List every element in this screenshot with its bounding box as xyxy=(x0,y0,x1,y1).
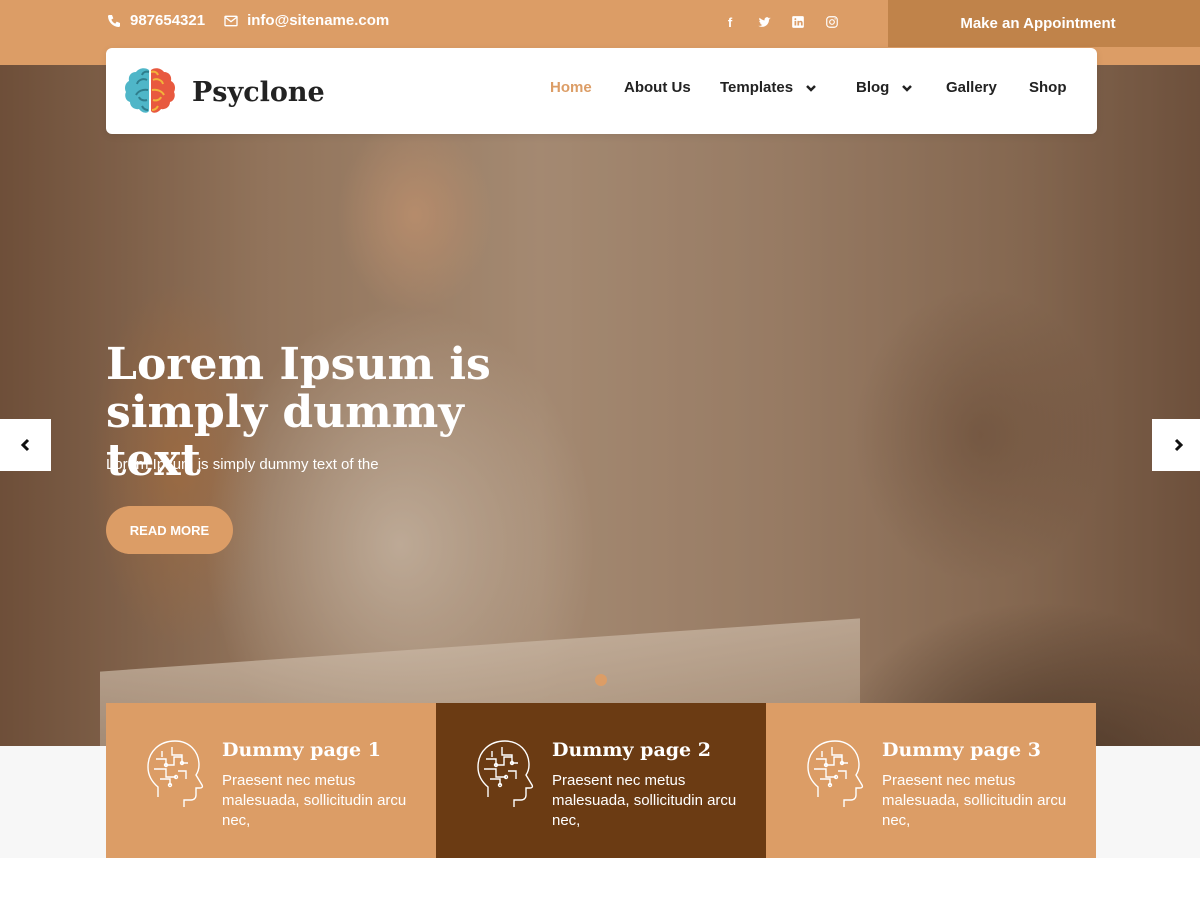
site-logo[interactable]: Psyclone xyxy=(122,64,325,120)
chevron-down-icon xyxy=(806,84,816,92)
chevron-down-icon xyxy=(902,84,913,92)
make-appointment-button[interactable]: Make an Appointment xyxy=(888,0,1200,47)
read-more-button[interactable]: READ MORE xyxy=(106,506,233,554)
brain-head-icon xyxy=(138,737,206,807)
facebook-icon[interactable]: f xyxy=(722,12,738,32)
chevron-right-icon xyxy=(1174,438,1183,452)
slider-dot-active[interactable] xyxy=(595,674,607,686)
feature-text: Praesent nec metus malesuada, sollicitud… xyxy=(882,772,1067,829)
slider-next-button[interactable] xyxy=(1152,419,1200,471)
chevron-left-icon xyxy=(20,438,29,452)
feature-card-1[interactable]: Dummy page 1 Praesent nec metus malesuad… xyxy=(106,703,436,858)
brand-name: Psyclone xyxy=(192,76,325,108)
nav-templates[interactable]: Templates xyxy=(720,79,817,96)
twitter-icon[interactable] xyxy=(756,12,772,32)
contact-info: 987654321 info@sitename.com xyxy=(106,12,389,29)
linkedin-icon[interactable] xyxy=(790,12,806,32)
nav-gallery-label: Gallery xyxy=(946,79,997,96)
slider-prev-button[interactable] xyxy=(0,419,51,471)
nav-shop[interactable]: Shop xyxy=(1029,79,1067,96)
feature-text: Praesent nec metus malesuada, sollicitud… xyxy=(552,772,737,829)
nav-gallery[interactable]: Gallery xyxy=(946,79,997,96)
email-contact[interactable]: info@sitename.com xyxy=(223,12,389,29)
feature-card-3[interactable]: Dummy page 3 Praesent nec metus malesuad… xyxy=(766,703,1096,858)
phone-icon xyxy=(108,14,120,27)
nav-home-label: Home xyxy=(550,79,592,96)
hero-subtitle: Lorem Ipsum is simply dummy text of the xyxy=(106,456,379,473)
brain-head-icon xyxy=(798,737,866,807)
nav-shop-label: Shop xyxy=(1029,79,1067,96)
instagram-icon[interactable] xyxy=(824,12,840,32)
feature-title: Dummy page 1 xyxy=(222,739,381,761)
hero-slider: Lorem Ipsum is simply dummy text Lorem I… xyxy=(0,65,1200,746)
social-links: f xyxy=(722,12,840,32)
nav-templates-label: Templates xyxy=(720,79,794,96)
phone-number: 987654321 xyxy=(130,12,206,29)
feature-cards: Dummy page 1 Praesent nec metus malesuad… xyxy=(106,703,1096,858)
feature-text: Praesent nec metus malesuada, sollicitud… xyxy=(222,772,407,829)
phone-contact[interactable]: 987654321 xyxy=(106,12,205,29)
nav-home[interactable]: Home xyxy=(550,79,592,96)
feature-card-2[interactable]: Dummy page 2 Praesent nec metus malesuad… xyxy=(436,703,766,858)
nav-about-us[interactable]: About Us xyxy=(624,79,691,96)
feature-title: Dummy page 2 xyxy=(552,739,711,761)
nav-blog-label: Blog xyxy=(856,79,890,96)
nav-about-us-label: About Us xyxy=(624,79,691,96)
main-header: Psyclone Home About Us Templates Blog Ga… xyxy=(106,48,1097,134)
envelope-icon xyxy=(224,15,238,26)
brain-head-icon xyxy=(468,737,536,807)
brain-logo-icon xyxy=(125,68,175,114)
feature-title: Dummy page 3 xyxy=(882,739,1041,761)
nav-blog[interactable]: Blog xyxy=(856,79,913,96)
email-address: info@sitename.com xyxy=(247,12,390,29)
